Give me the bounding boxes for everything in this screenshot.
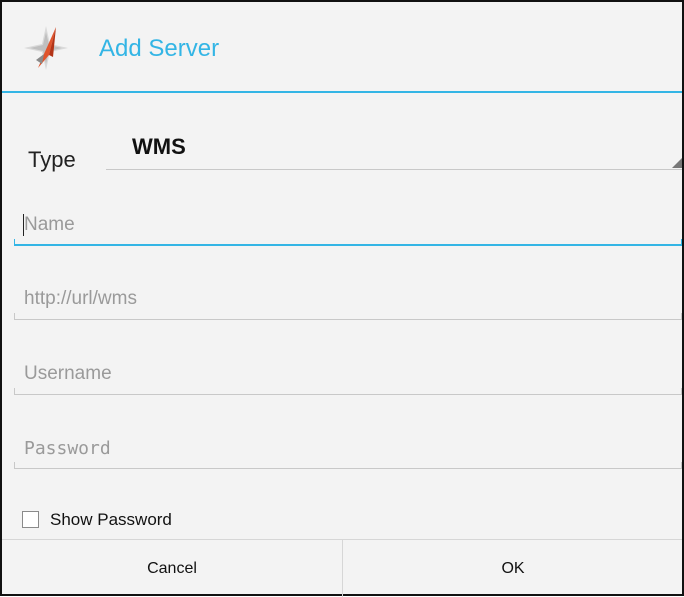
title-divider [2,91,682,93]
spinner-underline [106,169,682,170]
ok-button[interactable]: OK [343,540,683,597]
password-underline [14,468,682,469]
name-input[interactable] [14,206,682,244]
show-password-checkbox[interactable] [22,511,39,528]
password-input[interactable] [14,429,682,467]
underline-tick-left [14,313,15,320]
add-server-dialog: Add Server Type WMS Show Password [0,0,684,597]
underline-tick-right [681,239,682,246]
underline-tick-right [681,388,682,395]
dialog-title: Add Server [99,35,220,62]
type-spinner-value: WMS [132,134,186,159]
underline-tick-left [14,239,15,246]
dropdown-arrow-icon [672,158,682,168]
text-cursor [23,214,24,236]
dialog-titlebar: Add Server [2,2,682,93]
type-label: Type [28,147,76,172]
cancel-button[interactable]: Cancel [2,540,342,597]
username-input[interactable] [14,355,682,393]
url-field [14,280,682,320]
url-input[interactable] [14,280,682,318]
underline-tick-right [681,462,682,469]
password-field [14,429,682,469]
type-spinner[interactable]: WMS [106,128,682,170]
underline-tick-left [14,462,15,469]
underline-tick-left [14,388,15,395]
button-bar: Cancel OK [2,539,682,597]
app-compass-icon [24,26,68,70]
username-underline [14,394,682,395]
underline-tick-right [681,313,682,320]
name-underline [14,244,682,246]
url-underline [14,319,682,320]
show-password-label: Show Password [50,510,172,529]
name-field [14,206,682,246]
username-field [14,355,682,395]
